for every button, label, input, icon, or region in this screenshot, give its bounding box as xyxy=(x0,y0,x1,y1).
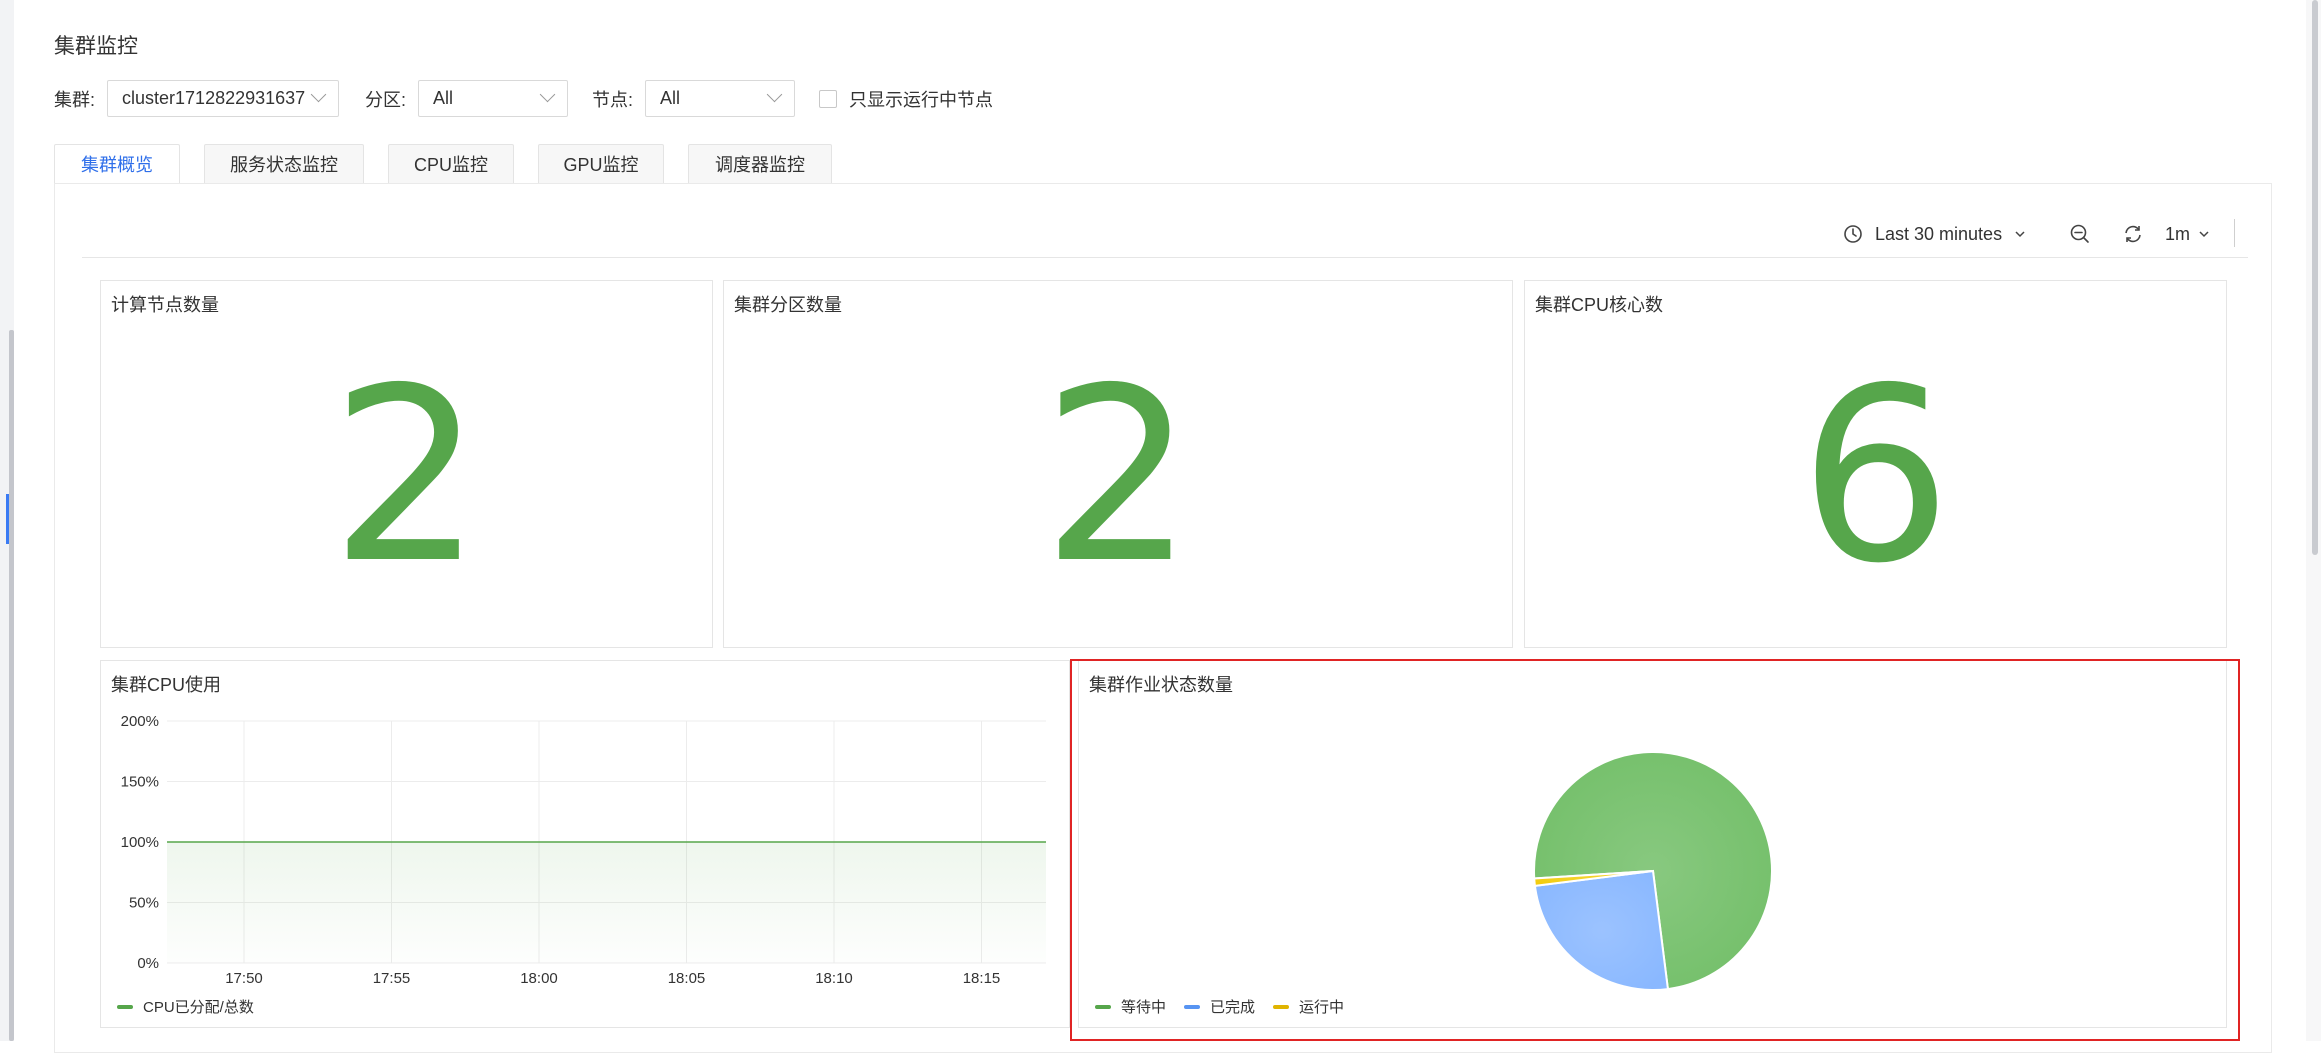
partition-filter: 分区: All xyxy=(365,80,569,117)
legend-swatch xyxy=(1184,1004,1201,1009)
refresh-icon xyxy=(2125,225,2141,243)
cpu-usage-panel: 集群CPU使用 200% 150% 100% 50% 0% 17:50 17:55 18:00… xyxy=(100,660,1070,1028)
cluster-filter-label: 集群: xyxy=(54,89,96,110)
refresh-button[interactable] xyxy=(2122,222,2144,246)
stat-value: 2 xyxy=(1041,336,1195,616)
stat-panel-partitions: 集群分区数量 2 xyxy=(723,280,1513,648)
chevron-down-icon xyxy=(539,86,556,103)
node-filter-label: 节点: xyxy=(592,89,634,110)
chevron-down-icon xyxy=(2015,231,2025,238)
tab-cluster-overview[interactable]: 集群概览 xyxy=(54,144,180,184)
refresh-interval-label: 1m xyxy=(2165,223,2191,244)
y-tick-label: 50% xyxy=(129,895,159,912)
node-select[interactable]: All xyxy=(645,80,796,117)
tab-cpu-monitor[interactable]: CPU监控 xyxy=(388,144,514,184)
node-filter: 节点: All xyxy=(592,80,796,117)
clock-icon xyxy=(1844,225,1862,243)
running-only-checkbox[interactable] xyxy=(819,89,837,108)
cluster-select-value: cluster1712822931637 xyxy=(122,88,306,108)
tab-service-status[interactable]: 服务状态监控 xyxy=(204,144,364,184)
toolbar-divider-line xyxy=(82,257,2248,258)
stat-value: 2 xyxy=(330,336,483,616)
pie-slice-1 xyxy=(1533,869,1670,991)
legend-item-waiting[interactable]: 等待中 xyxy=(1095,996,1166,1017)
x-tick-label: 17:50 xyxy=(225,970,263,987)
chevron-down-icon xyxy=(310,86,327,103)
zoom-out-button[interactable] xyxy=(2069,222,2091,246)
legend-item[interactable]: CPU已分配/总数 xyxy=(117,996,254,1017)
job-status-panel: 集群作业状态数量 等待中 已完成 运行中 xyxy=(1078,660,2227,1028)
legend-label: 已完成 xyxy=(1210,999,1256,1016)
time-range-picker[interactable]: Last 30 minutes xyxy=(1843,222,2026,246)
right-scrollbar-thumb[interactable] xyxy=(2312,0,2318,555)
y-tick-label: 150% xyxy=(121,774,159,791)
y-tick-label: 200% xyxy=(121,713,159,730)
toolbar-divider xyxy=(2234,219,2235,247)
legend-swatch xyxy=(117,1004,133,1009)
legend-label: 运行中 xyxy=(1299,999,1345,1016)
x-tick-label: 17:55 xyxy=(373,970,411,987)
node-select-value: All xyxy=(660,88,681,108)
partition-select-value: All xyxy=(433,88,454,108)
running-only-label: 只显示运行中节点 xyxy=(849,89,993,110)
x-tick-label: 18:00 xyxy=(520,970,558,987)
cpu-chart-legend: CPU已分配/总数 xyxy=(117,996,272,1017)
cluster-filter: 集群: cluster1712822931637 xyxy=(54,80,340,117)
running-only-toggle[interactable]: 只显示运行中节点 xyxy=(819,80,993,117)
legend-item-running[interactable]: 运行中 xyxy=(1273,996,1344,1017)
partition-select[interactable]: All xyxy=(418,80,569,117)
x-tick-label: 18:10 xyxy=(815,970,853,987)
legend-item-completed[interactable]: 已完成 xyxy=(1184,996,1255,1017)
tab-gpu-monitor[interactable]: GPU监控 xyxy=(538,144,664,184)
stat-value: 6 xyxy=(1799,336,1952,616)
panel-title: 集群分区数量 xyxy=(734,295,842,315)
cpu-area-fill xyxy=(167,842,1046,963)
refresh-interval-picker[interactable]: 1m xyxy=(2165,222,2210,246)
stat-panel-compute-nodes: 计算节点数量 2 xyxy=(100,280,713,648)
stat-panel-cpu-cores: 集群CPU核心数 6 xyxy=(1524,280,2227,648)
x-tick-label: 18:15 xyxy=(963,970,1001,987)
page-title: 集群监控 xyxy=(54,35,138,58)
legend-label: CPU已分配/总数 xyxy=(143,999,254,1016)
time-range-label: Last 30 minutes xyxy=(1875,223,2003,244)
zoom-out-icon xyxy=(2070,224,2089,243)
x-tick-label: 18:05 xyxy=(668,970,706,987)
legend-swatch xyxy=(1095,1004,1111,1009)
left-active-indicator xyxy=(6,494,9,544)
panel-title: 集群CPU核心数 xyxy=(1535,295,1664,315)
panel-title: 计算节点数量 xyxy=(111,295,219,315)
legend-label: 等待中 xyxy=(1121,999,1167,1016)
chevron-down-icon xyxy=(2199,231,2209,238)
cpu-usage-chart: 200% 150% 100% 50% 0% 17:50 17:55 18:00 18:05 18:… xyxy=(121,713,1046,987)
chevron-down-icon xyxy=(766,86,783,103)
cluster-select[interactable]: cluster1712822931637 xyxy=(107,80,340,117)
left-scrollbar-thumb[interactable] xyxy=(9,330,14,1041)
job-status-pie-chart xyxy=(1533,751,1773,991)
y-tick-label: 0% xyxy=(137,955,159,972)
legend-swatch xyxy=(1273,1004,1290,1009)
y-tick-label: 100% xyxy=(121,834,159,851)
job-chart-legend: 等待中 已完成 运行中 xyxy=(1095,996,1362,1017)
partition-filter-label: 分区: xyxy=(365,89,407,110)
tab-scheduler-monitor[interactable]: 调度器监控 xyxy=(688,144,832,184)
